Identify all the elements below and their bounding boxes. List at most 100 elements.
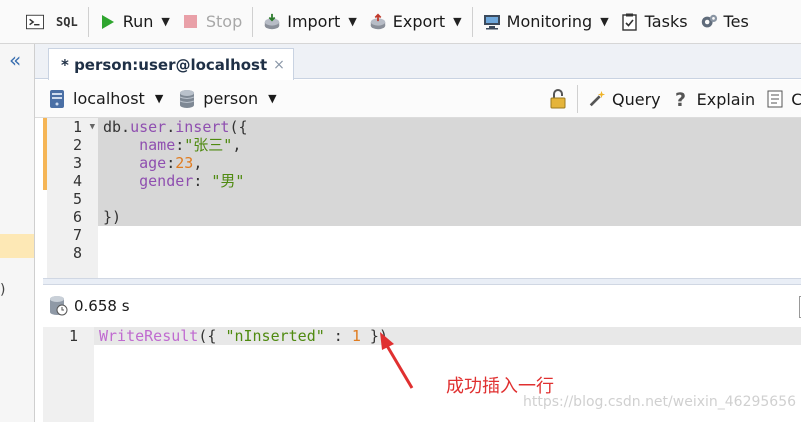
database-dropdown-caret-icon[interactable]: ▼ [268, 92, 276, 105]
run-dropdown-caret-icon[interactable]: ▼ [161, 15, 169, 28]
tasks-icon [621, 13, 639, 31]
result-header: 0.658 s [43, 286, 801, 326]
explain-label: Explain [696, 89, 756, 109]
code-token: . [166, 118, 176, 136]
code-token: name [139, 136, 176, 154]
result-token: : [324, 327, 352, 345]
svg-text:?: ? [675, 89, 686, 109]
code-token: "男" [211, 172, 245, 190]
result-gutter: 1 [43, 327, 94, 422]
query-label: Query [612, 89, 661, 109]
stop-button[interactable]: Stop [176, 7, 248, 37]
database-icon [179, 89, 197, 109]
import-label: Import [287, 12, 341, 31]
watermark-text: https://blog.csdn.net/weixin_46295656 [523, 394, 797, 410]
import-icon [263, 13, 281, 31]
code-token: , [193, 154, 203, 172]
lock-button[interactable] [543, 84, 573, 114]
left-panel-strip: « ) [0, 44, 35, 422]
import-dropdown-caret-icon[interactable]: ▼ [348, 15, 356, 28]
execution-time: 0.658 s [74, 297, 130, 315]
line-number: 3 [72, 154, 82, 172]
code-token: : [193, 172, 212, 190]
result-line-number: 1 [68, 327, 78, 345]
line-number: 7 [72, 226, 82, 244]
stop-label: Stop [205, 12, 243, 31]
monitoring-icon [483, 13, 501, 31]
toolbar-separator [577, 85, 578, 113]
editor-tab-bar: * person:user@localhost × [35, 44, 801, 80]
run-button[interactable]: Run ▼ [93, 7, 176, 37]
code-token: db. [103, 118, 131, 136]
main-toolbar: SQL Run ▼ Stop Import ▼ Export ▼ Monitor… [0, 0, 801, 44]
code-token: : [166, 154, 176, 172]
line-number: 4 [72, 172, 82, 190]
code-icon [767, 89, 785, 109]
line-number: 1 ▼ [72, 118, 95, 136]
close-tab-icon[interactable]: × [273, 57, 285, 73]
code-token: age [139, 154, 167, 172]
result-token: WriteResult [99, 327, 199, 345]
shell-button[interactable] [0, 7, 56, 37]
annotation-arrow [380, 332, 414, 389]
query-tools: Query ? Explain Co [543, 84, 801, 114]
tasks-label: Tasks [644, 12, 688, 31]
code-token: insert [175, 118, 230, 136]
export-button[interactable]: Export ▼ [363, 7, 468, 37]
run-label: Run [122, 12, 154, 31]
code-token: ({ [229, 118, 248, 136]
code-token: : [175, 136, 185, 154]
shell-icon [26, 13, 44, 31]
code-line: age:23, [103, 154, 248, 172]
magic-wand-icon [588, 89, 606, 109]
result-output[interactable]: WriteResult({ "nInserted" : 1 }) [99, 327, 388, 345]
database-selector[interactable]: person ▼ [171, 84, 284, 114]
code-token: }) [103, 208, 122, 226]
server-selector[interactable]: localhost ▼ [35, 84, 171, 114]
explain-button[interactable]: ? Explain [667, 84, 762, 114]
monitoring-button[interactable]: Monitoring ▼ [477, 7, 615, 37]
toolbar-separator [252, 6, 254, 37]
import-button[interactable]: Import ▼ [257, 7, 363, 37]
lock-icon [549, 89, 567, 109]
left-panel-partial-text: ) [0, 282, 6, 298]
monitoring-dropdown-caret-icon[interactable]: ▼ [600, 15, 608, 28]
query-button[interactable]: Query [582, 84, 667, 114]
code-line: gender: "男" [103, 172, 248, 190]
sql-button[interactable]: SQL [56, 7, 84, 37]
export-dropdown-caret-icon[interactable]: ▼ [453, 15, 461, 28]
left-panel-selected-item[interactable] [0, 234, 34, 258]
result-token: ({ [198, 327, 226, 345]
fold-toggle-icon[interactable]: ▼ [90, 118, 95, 136]
editor-code[interactable]: db.user.insert({ name:"张三", age:23, gend… [103, 118, 248, 262]
export-icon [369, 13, 387, 31]
code-token: user [130, 118, 167, 136]
tasks-button[interactable]: Tasks [615, 7, 694, 37]
sql-icon: SQL [56, 14, 78, 29]
editor-gutter: 1 ▼ 2 3 4 5 6 7 8 [47, 118, 98, 278]
stop-icon [182, 13, 200, 31]
code-label: Co [791, 90, 801, 109]
tes-button[interactable]: Tes [694, 7, 755, 37]
database-name: person [203, 89, 259, 108]
connection-bar: localhost ▼ person ▼ Query ? Explain [35, 80, 801, 118]
tes-label: Tes [723, 12, 749, 31]
server-dropdown-caret-icon[interactable]: ▼ [155, 92, 163, 105]
export-label: Export [392, 12, 446, 31]
execution-time-icon [48, 295, 68, 317]
line-number: 8 [72, 244, 82, 262]
line-number: 5 [72, 190, 82, 208]
editor-result-splitter[interactable] [43, 278, 801, 285]
code-token: 23 [175, 154, 194, 172]
collapse-panel-icon[interactable]: « [9, 48, 21, 72]
run-icon [99, 13, 117, 31]
toolbar-separator [87, 6, 89, 37]
tab-person-user[interactable]: * person:user@localhost × [48, 48, 294, 80]
code-line: name:"张三", [103, 136, 248, 154]
code-button[interactable]: Co [761, 84, 801, 114]
